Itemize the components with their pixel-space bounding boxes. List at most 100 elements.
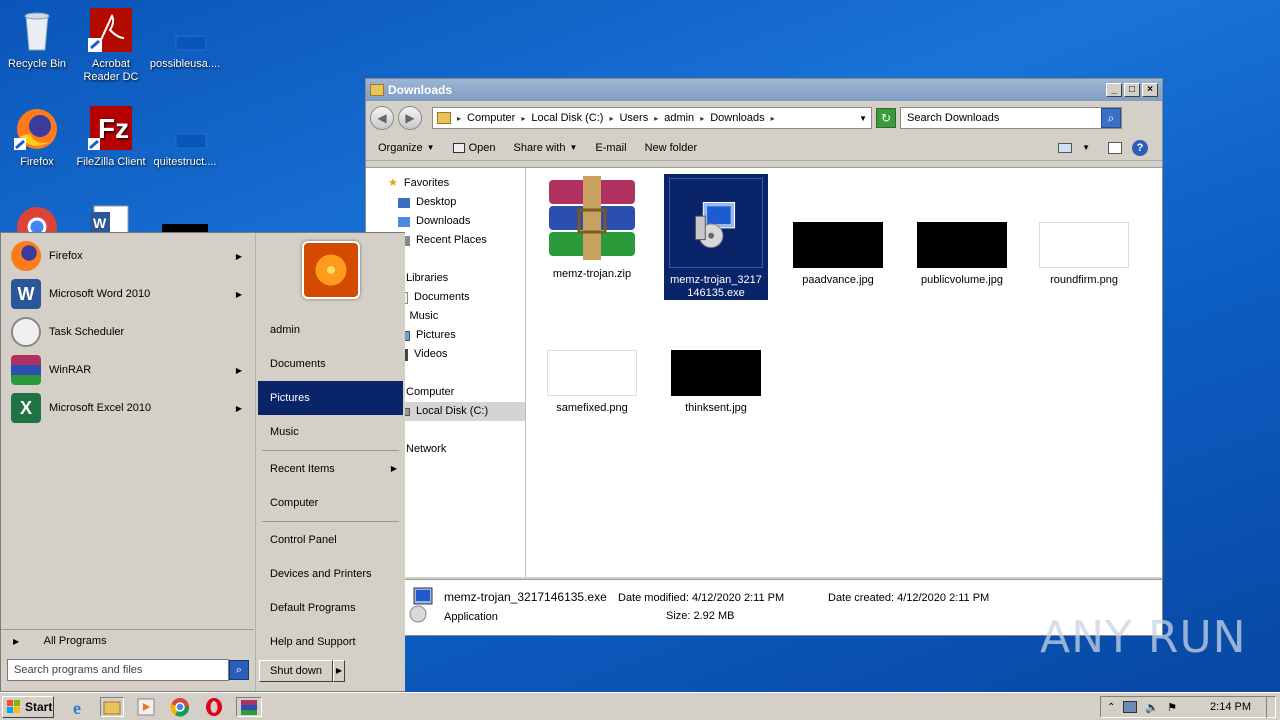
show-desktop-button[interactable]	[1266, 696, 1280, 718]
show-hidden-icons-icon[interactable]: ⌃	[1107, 702, 1115, 713]
file-item-selected[interactable]: memz-trojan_3217146135.exe	[664, 174, 768, 300]
program-firefox[interactable]: Firefox ▶	[1, 237, 254, 275]
breadcrumb-downloads[interactable]: Downloads	[710, 112, 764, 124]
shutdown-options-button[interactable]: ▶	[333, 660, 345, 682]
place-help-support[interactable]: Help and Support	[258, 625, 403, 659]
forward-button[interactable]: ▶	[398, 106, 422, 130]
organize-button[interactable]: Organize ▼	[378, 142, 435, 154]
place-recent-items[interactable]: Recent Items ▶	[258, 452, 403, 486]
opera-icon[interactable]	[204, 697, 224, 717]
nav-favorites[interactable]: ★ Favorites	[366, 174, 525, 193]
search-input[interactable]: Search Downloads ⌕	[900, 107, 1122, 129]
program-task-scheduler[interactable]: Task Scheduler	[1, 313, 254, 351]
explorer-taskbar-button[interactable]	[100, 697, 124, 717]
desktop-icon-acrobat[interactable]: Acrobat Reader DC	[74, 8, 148, 84]
volume-icon[interactable]: 🔈	[1145, 701, 1159, 714]
explorer-titlebar[interactable]: Downloads _ □ ×	[366, 79, 1162, 101]
desktop-icon-label: Firefox	[20, 156, 54, 168]
view-dropdown-icon[interactable]: ▼	[1082, 143, 1090, 152]
folder-icon	[370, 84, 384, 96]
back-button[interactable]: ◀	[370, 106, 394, 130]
file-item[interactable]: memz-trojan.zip	[540, 176, 644, 292]
start-menu-programs: Firefox ▶ W Microsoft Word 2010 ▶ Task S…	[1, 233, 254, 633]
file-item[interactable]: roundfirm.png	[1032, 222, 1136, 287]
address-dropdown-icon[interactable]: ▼	[859, 114, 867, 123]
desktop-icon-possibleusa[interactable]: possibleusa....	[148, 8, 222, 71]
desktop-icon-recycle-bin[interactable]: Recycle Bin	[0, 8, 74, 71]
chrome-icon[interactable]	[14, 204, 60, 232]
help-icon[interactable]: ?	[1132, 139, 1148, 156]
place-control-panel[interactable]: Control Panel	[258, 523, 403, 557]
explorer-window: Downloads _ □ × ◀ ▶ ▸ Computer ▸ Local D…	[365, 78, 1163, 636]
place-admin[interactable]: admin	[258, 313, 403, 347]
file-item[interactable]: publicvolume.jpg	[910, 222, 1014, 287]
winrar-taskbar-button[interactable]	[236, 697, 262, 717]
place-documents[interactable]: Documents	[258, 347, 403, 381]
minimize-button[interactable]: _	[1106, 83, 1122, 97]
search-icon[interactable]: ⌕	[1101, 108, 1121, 128]
nav-label: Documents	[414, 291, 470, 303]
program-word[interactable]: W Microsoft Word 2010 ▶	[1, 275, 254, 313]
desktop-icon-quitestruct[interactable]: quitestruct....	[148, 106, 222, 169]
address-bar[interactable]: ▸ Computer ▸ Local Disk (C:) ▸ Users ▸ a…	[432, 107, 872, 129]
desktop-icon-filezilla[interactable]: Fz FileZilla Client	[74, 106, 148, 169]
open-button[interactable]: Open	[452, 142, 495, 154]
image-thumbnail	[671, 350, 761, 396]
internet-explorer-icon[interactable]: e	[70, 697, 90, 718]
chrome-icon[interactable]	[170, 697, 190, 717]
place-pictures[interactable]: Pictures	[258, 381, 403, 415]
file-item[interactable]: paadvance.jpg	[786, 222, 890, 287]
place-devices-printers[interactable]: Devices and Printers	[258, 557, 403, 591]
user-avatar[interactable]	[302, 241, 360, 299]
start-search-input[interactable]: Search programs and files	[7, 659, 229, 681]
preview-pane-icon[interactable]	[1108, 141, 1122, 154]
nav-downloads[interactable]: Downloads	[366, 212, 525, 231]
svg-text:W: W	[93, 215, 107, 231]
program-excel[interactable]: X Microsoft Excel 2010 ▶	[1, 389, 254, 427]
desktop-icon-firefox[interactable]: Firefox	[0, 106, 74, 169]
place-computer[interactable]: Computer	[258, 486, 403, 520]
start-button[interactable]: Start	[2, 696, 54, 718]
file-item[interactable]: thinksent.jpg	[664, 350, 768, 415]
breadcrumb-users[interactable]: Users	[619, 112, 648, 124]
view-options-icon[interactable]	[1058, 142, 1073, 153]
shutdown-button[interactable]: Shut down	[259, 660, 333, 682]
refresh-button[interactable]: ↻	[876, 108, 896, 128]
file-icon[interactable]	[162, 224, 208, 232]
word-doc-icon[interactable]: W	[88, 204, 134, 232]
breadcrumb-computer[interactable]: Computer	[467, 112, 515, 124]
share-with-button[interactable]: Share with ▼	[513, 142, 577, 154]
desktop-icon-label: Recycle Bin	[7, 58, 67, 70]
program-label: Microsoft Word 2010	[49, 288, 151, 300]
program-winrar[interactable]: WinRAR ▶	[1, 351, 254, 389]
command-bar: Organize ▼ Open Share with ▼ E-mail New fo…	[366, 135, 1162, 161]
nav-label: Downloads	[416, 215, 471, 227]
start-menu-places: admin Documents Pictures Music Recent It…	[255, 233, 405, 691]
new-folder-label: New folder	[644, 141, 698, 154]
firefox-icon	[14, 106, 60, 152]
nav-label: Network	[406, 443, 447, 455]
nav-label: Libraries	[406, 272, 449, 284]
place-default-programs[interactable]: Default Programs	[258, 591, 403, 625]
system-tray: ⌃ 🔈 ⚑ 2:14 PM	[1100, 696, 1276, 718]
place-music[interactable]: Music	[258, 415, 403, 449]
arrow-right-icon: ▶	[13, 637, 20, 646]
action-center-flag-icon[interactable]: ⚑	[1167, 701, 1177, 714]
media-player-icon[interactable]	[136, 697, 156, 717]
desktop-icon-label: Acrobat Reader DC	[83, 58, 139, 83]
email-button[interactable]: E-mail	[595, 142, 626, 154]
star-icon: ★	[388, 177, 398, 189]
program-label: Microsoft Excel 2010	[49, 402, 152, 414]
close-button[interactable]: ×	[1142, 83, 1158, 97]
breadcrumb-local-disk[interactable]: Local Disk (C:)	[531, 112, 603, 124]
details-filename: memz-trojan_3217146135.exe	[444, 590, 607, 604]
network-tray-icon[interactable]	[1123, 701, 1138, 713]
all-programs-button[interactable]: ▶ All Programs	[1, 629, 254, 651]
maximize-button[interactable]: □	[1124, 83, 1140, 97]
breadcrumb-admin[interactable]: admin	[664, 112, 694, 124]
search-icon[interactable]: ⌕	[229, 660, 249, 680]
nav-desktop[interactable]: Desktop	[366, 193, 525, 212]
acrobat-icon	[88, 8, 134, 54]
new-folder-button[interactable]: New folder	[645, 142, 698, 154]
file-item[interactable]: samefixed.png	[540, 350, 644, 415]
